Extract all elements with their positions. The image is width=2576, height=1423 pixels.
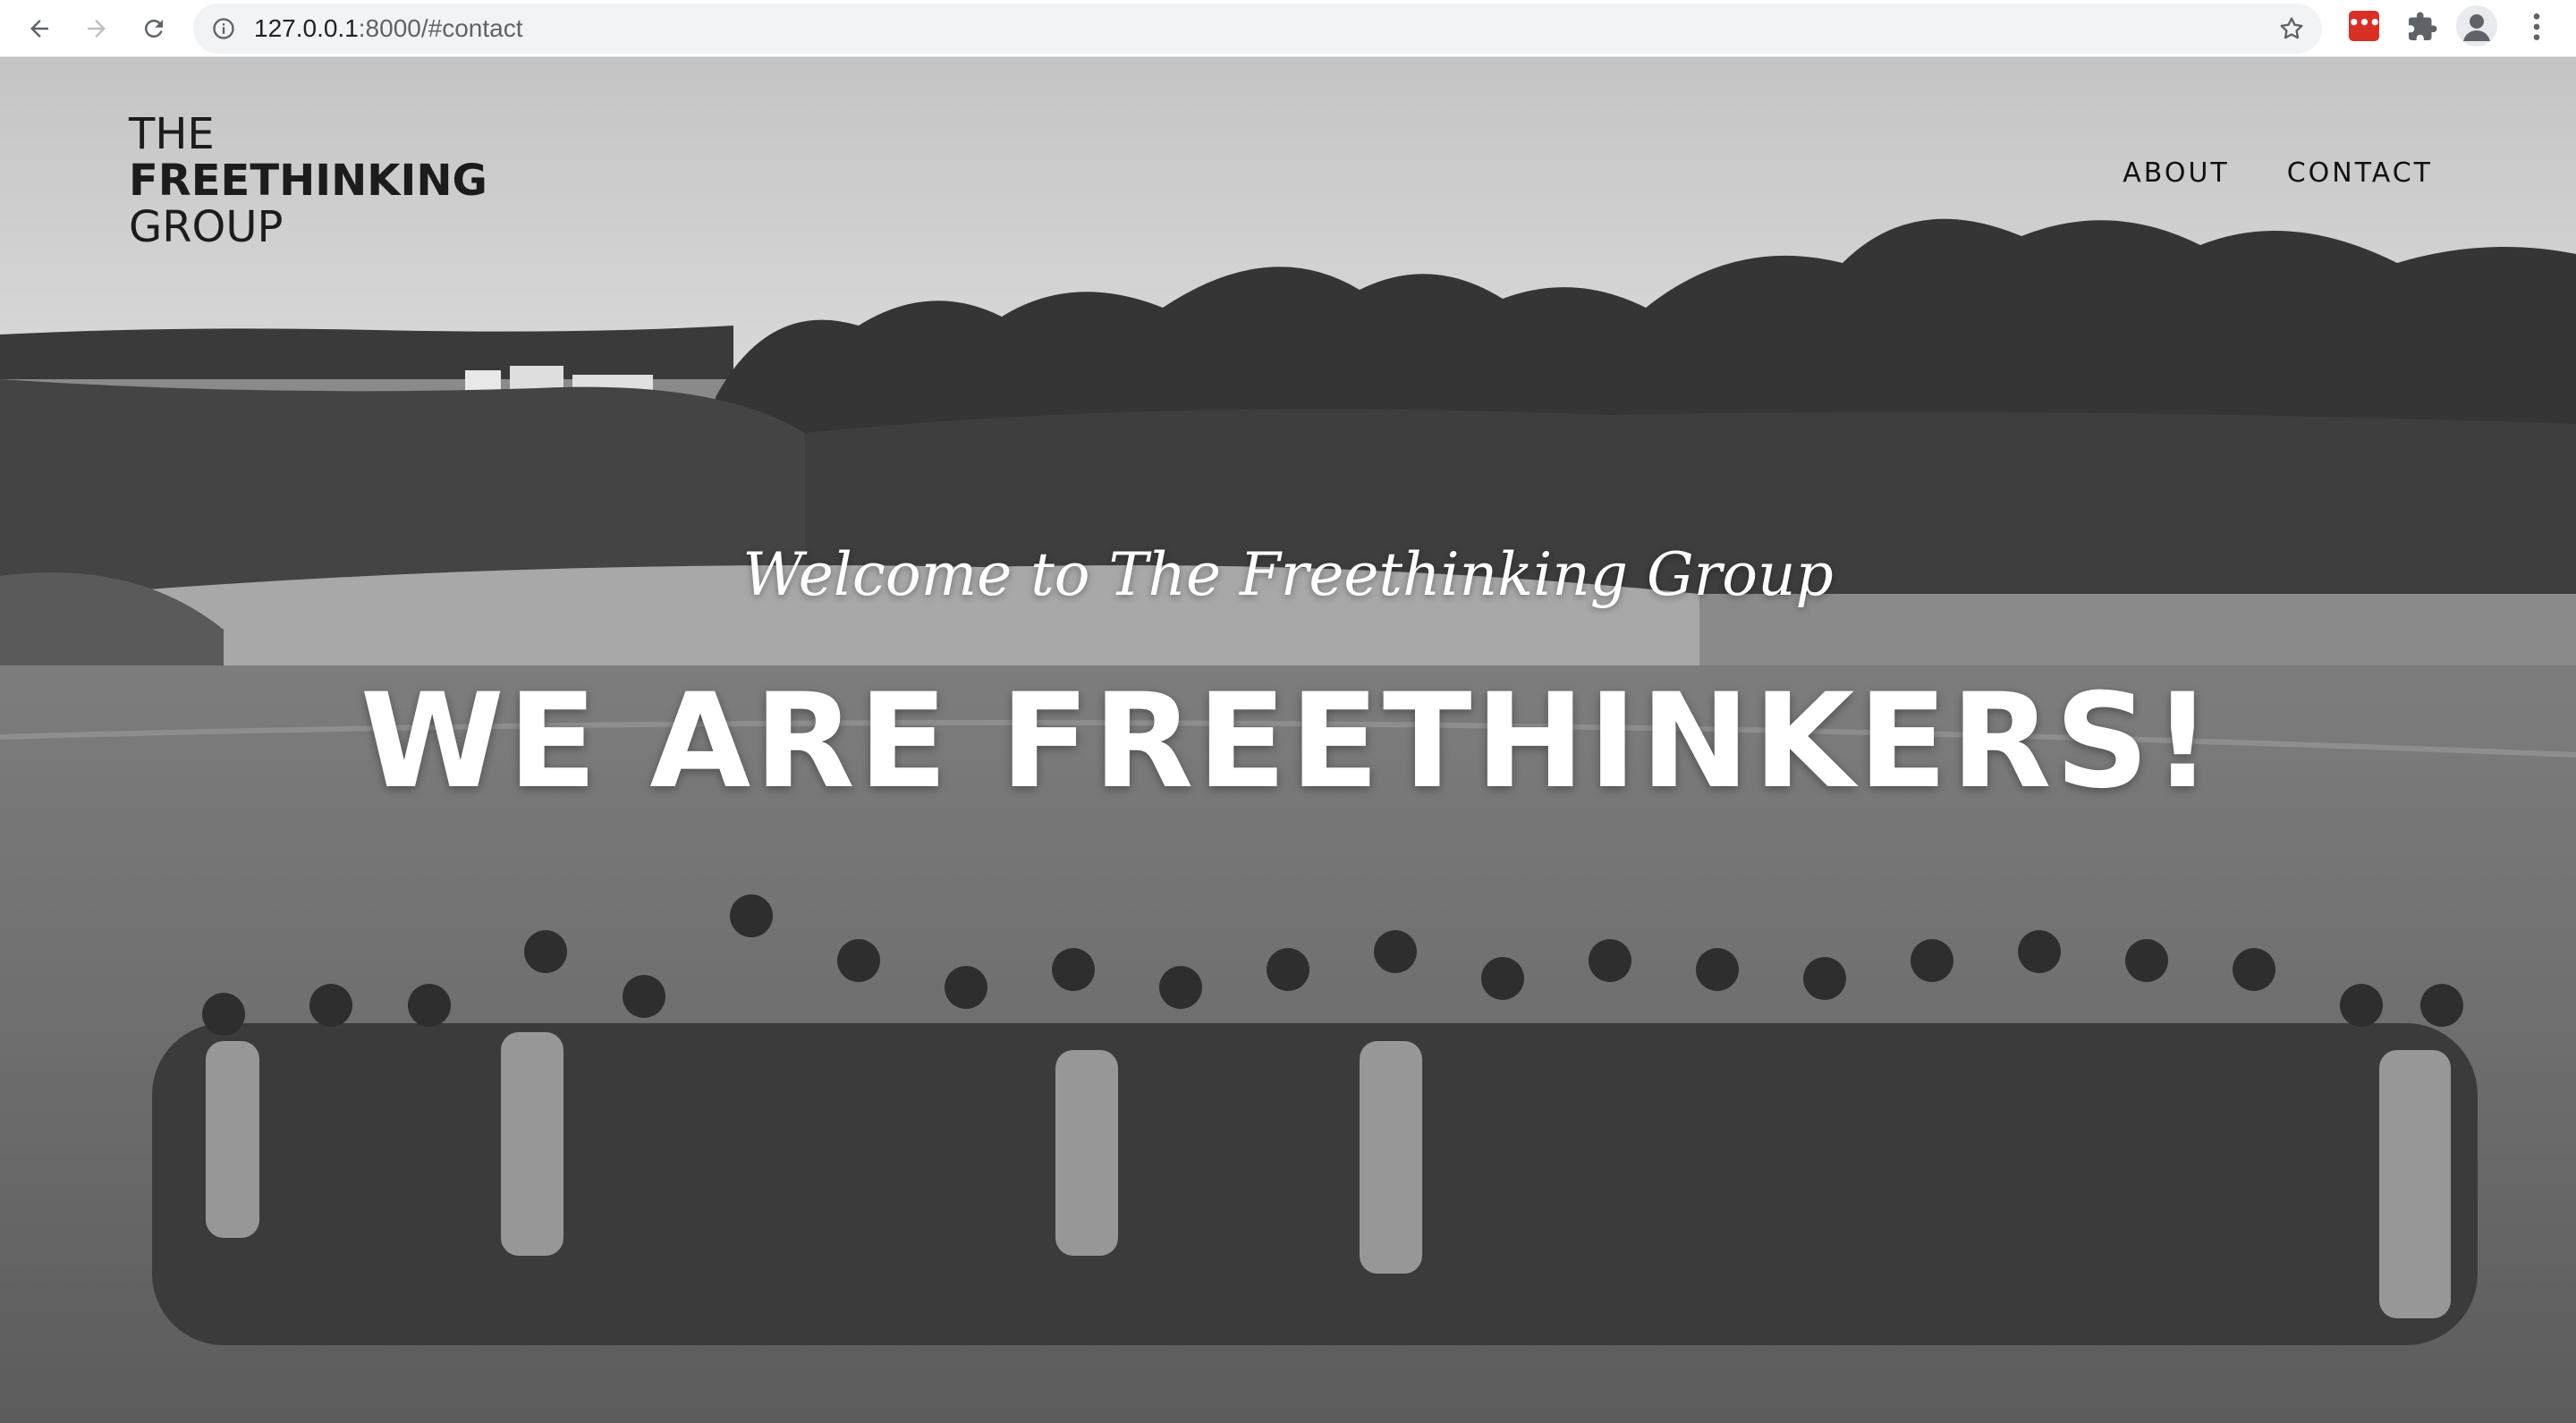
nav-link-about[interactable]: ABOUT bbox=[2123, 157, 2229, 189]
forward-arrow-icon bbox=[88, 20, 106, 38]
forward-button[interactable] bbox=[75, 7, 118, 50]
reload-icon bbox=[144, 19, 163, 38]
address-bar[interactable]: 127.0.0.1:8000/#contact bbox=[193, 4, 2322, 54]
profile-icon[interactable] bbox=[2456, 5, 2497, 47]
info-icon[interactable] bbox=[211, 16, 236, 41]
extension-red-icon[interactable]: ••• bbox=[2348, 11, 2381, 41]
avatar-silhouette-icon bbox=[2463, 14, 2490, 41]
puzzle-icon[interactable] bbox=[2406, 11, 2438, 43]
hero-headline: WE ARE FREETHINKERS! bbox=[360, 665, 2216, 817]
url-path: :8000/#contact bbox=[358, 14, 523, 42]
hero-section: THE FREETHINKING GROUP ABOUT CONTACT Wel… bbox=[0, 57, 2576, 1423]
star-icon[interactable] bbox=[2277, 14, 2306, 43]
hero-welcome-text: Welcome to The Freethinking Group bbox=[742, 540, 1834, 609]
extension-badge-text: ••• bbox=[2348, 12, 2380, 33]
logo-line-the: THE bbox=[129, 109, 215, 159]
nav-link-contact[interactable]: CONTACT bbox=[2287, 157, 2433, 189]
browser-toolbar: 127.0.0.1:8000/#contact ••• bbox=[0, 0, 2576, 57]
url-text[interactable]: 127.0.0.1:8000/#contact bbox=[254, 4, 522, 54]
back-button[interactable] bbox=[18, 7, 61, 50]
logo-line-group: GROUP bbox=[129, 202, 284, 252]
kebab-menu-icon[interactable] bbox=[2519, 9, 2555, 45]
logo-line-freethinking: FREETHINKING bbox=[129, 156, 487, 206]
site-logo[interactable]: THE FREETHINKING GROUP bbox=[129, 111, 487, 250]
reload-button[interactable] bbox=[132, 7, 175, 50]
site-nav: ABOUT CONTACT bbox=[2123, 157, 2433, 189]
url-host: 127.0.0.1 bbox=[254, 14, 359, 42]
back-arrow-icon bbox=[30, 20, 48, 38]
